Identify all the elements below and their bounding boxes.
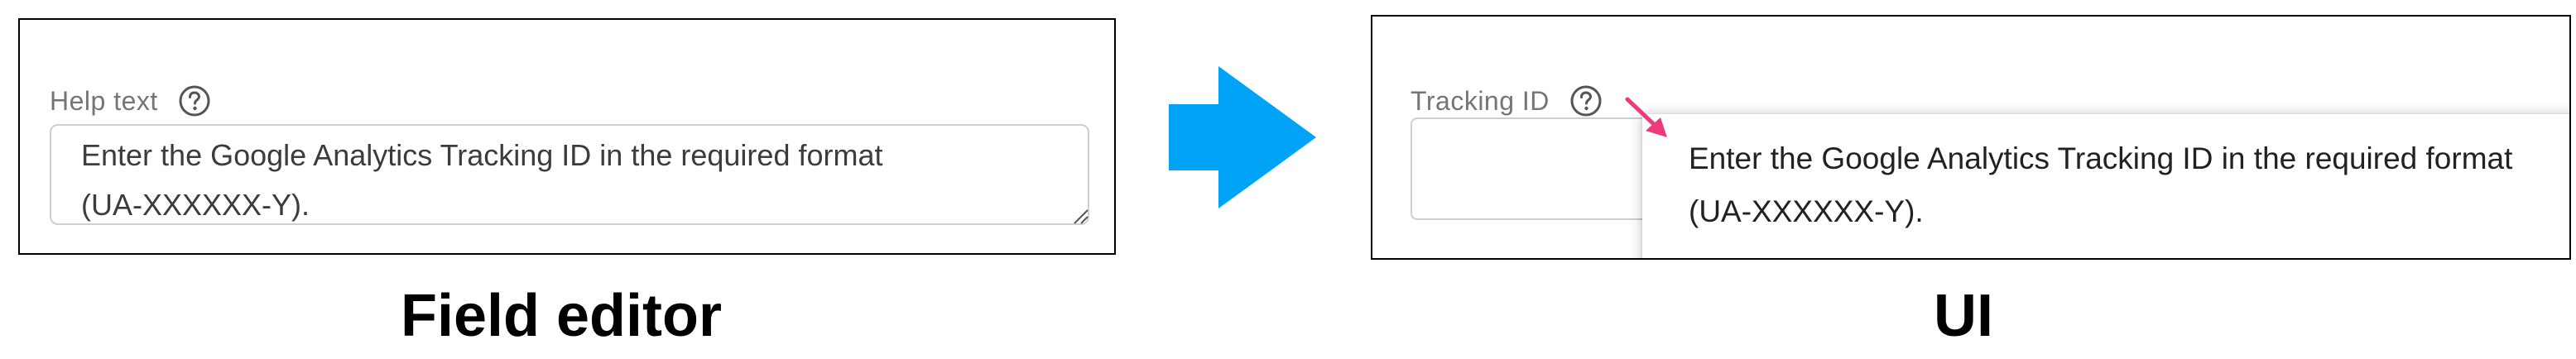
tracking-id-label-row: Tracking ID [1411, 84, 1603, 117]
tracking-id-label: Tracking ID [1411, 85, 1550, 116]
pointer-arrow-icon [1625, 97, 1667, 137]
resize-handle-icon[interactable] [1071, 207, 1089, 225]
help-tooltip: Enter the Google Analytics Tracking ID i… [1642, 114, 2569, 258]
question-circle-icon[interactable] [178, 84, 211, 117]
ui-caption: UI [1934, 283, 1993, 349]
field-editor-caption: Field editor [401, 283, 723, 349]
help-text-textarea[interactable]: Enter the Google Analytics Tracking ID i… [50, 124, 1089, 225]
question-circle-icon[interactable] [1569, 84, 1603, 117]
help-text-label-row: Help text [50, 84, 211, 117]
ui-preview-panel: Tracking ID Enter the Google Analytics T… [1371, 15, 2571, 260]
arrow-right-icon [1169, 66, 1316, 208]
help-text-label: Help text [50, 85, 158, 116]
field-editor-panel: Help text Enter the Google Analytics Tra… [18, 18, 1116, 255]
